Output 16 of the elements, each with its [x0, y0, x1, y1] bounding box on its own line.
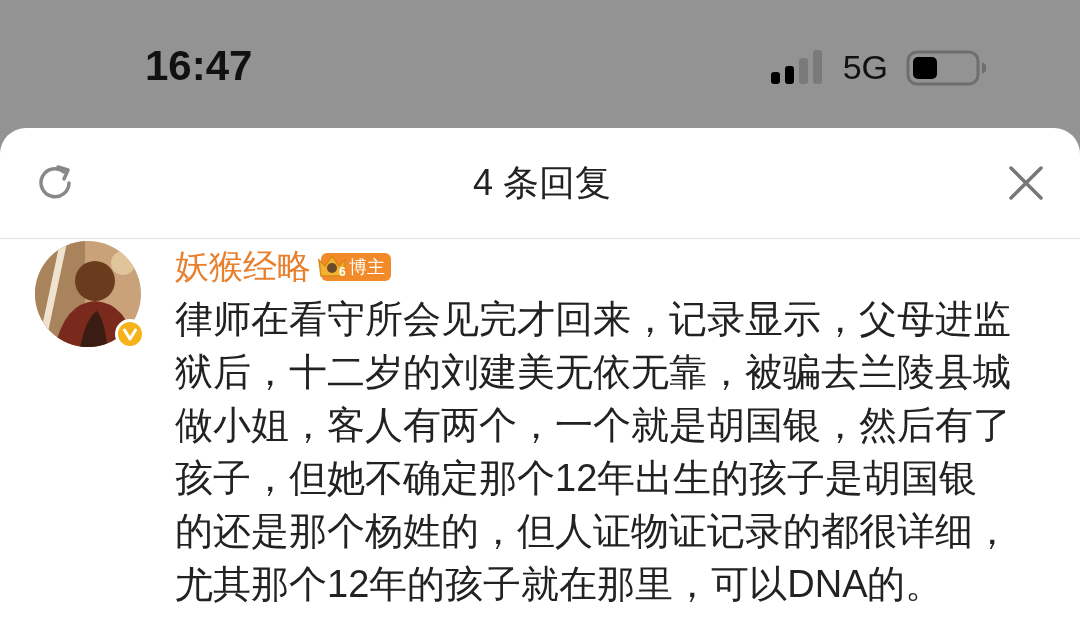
status-time: 16:47 [145, 42, 253, 90]
badge-label: 博主 [348, 256, 385, 279]
level-number: 6 [339, 265, 346, 279]
comment-text-line: 孩子，但她不确定那个12年出生的孩子是胡国银 [175, 456, 978, 501]
battery-icon [906, 49, 988, 86]
network-label: 5G [842, 48, 888, 87]
comment-text-line: 律师在看守所会见完才回来，记录显示，父母进监 [175, 297, 1011, 342]
comment-text-line: 的还是那个杨姓的，但人证物证记录的都很详细， [175, 509, 1011, 554]
comment-text-line: 狱后，十二岁的刘建美无依无靠，被骗去兰陵县城 [175, 350, 1011, 395]
signal-icon [768, 49, 825, 86]
author-name[interactable]: 妖猴经略 [175, 244, 311, 290]
comment-text-line: 尤其那个12年的孩子就在那里，可以DNA的。 [175, 562, 944, 607]
comment-text-line: 做小姐，客人有两个，一个就是胡国银，然后有了 [175, 403, 1011, 448]
close-icon[interactable] [1008, 165, 1044, 201]
crown-icon [317, 254, 347, 280]
sheet-title: 4 条回复 [473, 160, 611, 205]
